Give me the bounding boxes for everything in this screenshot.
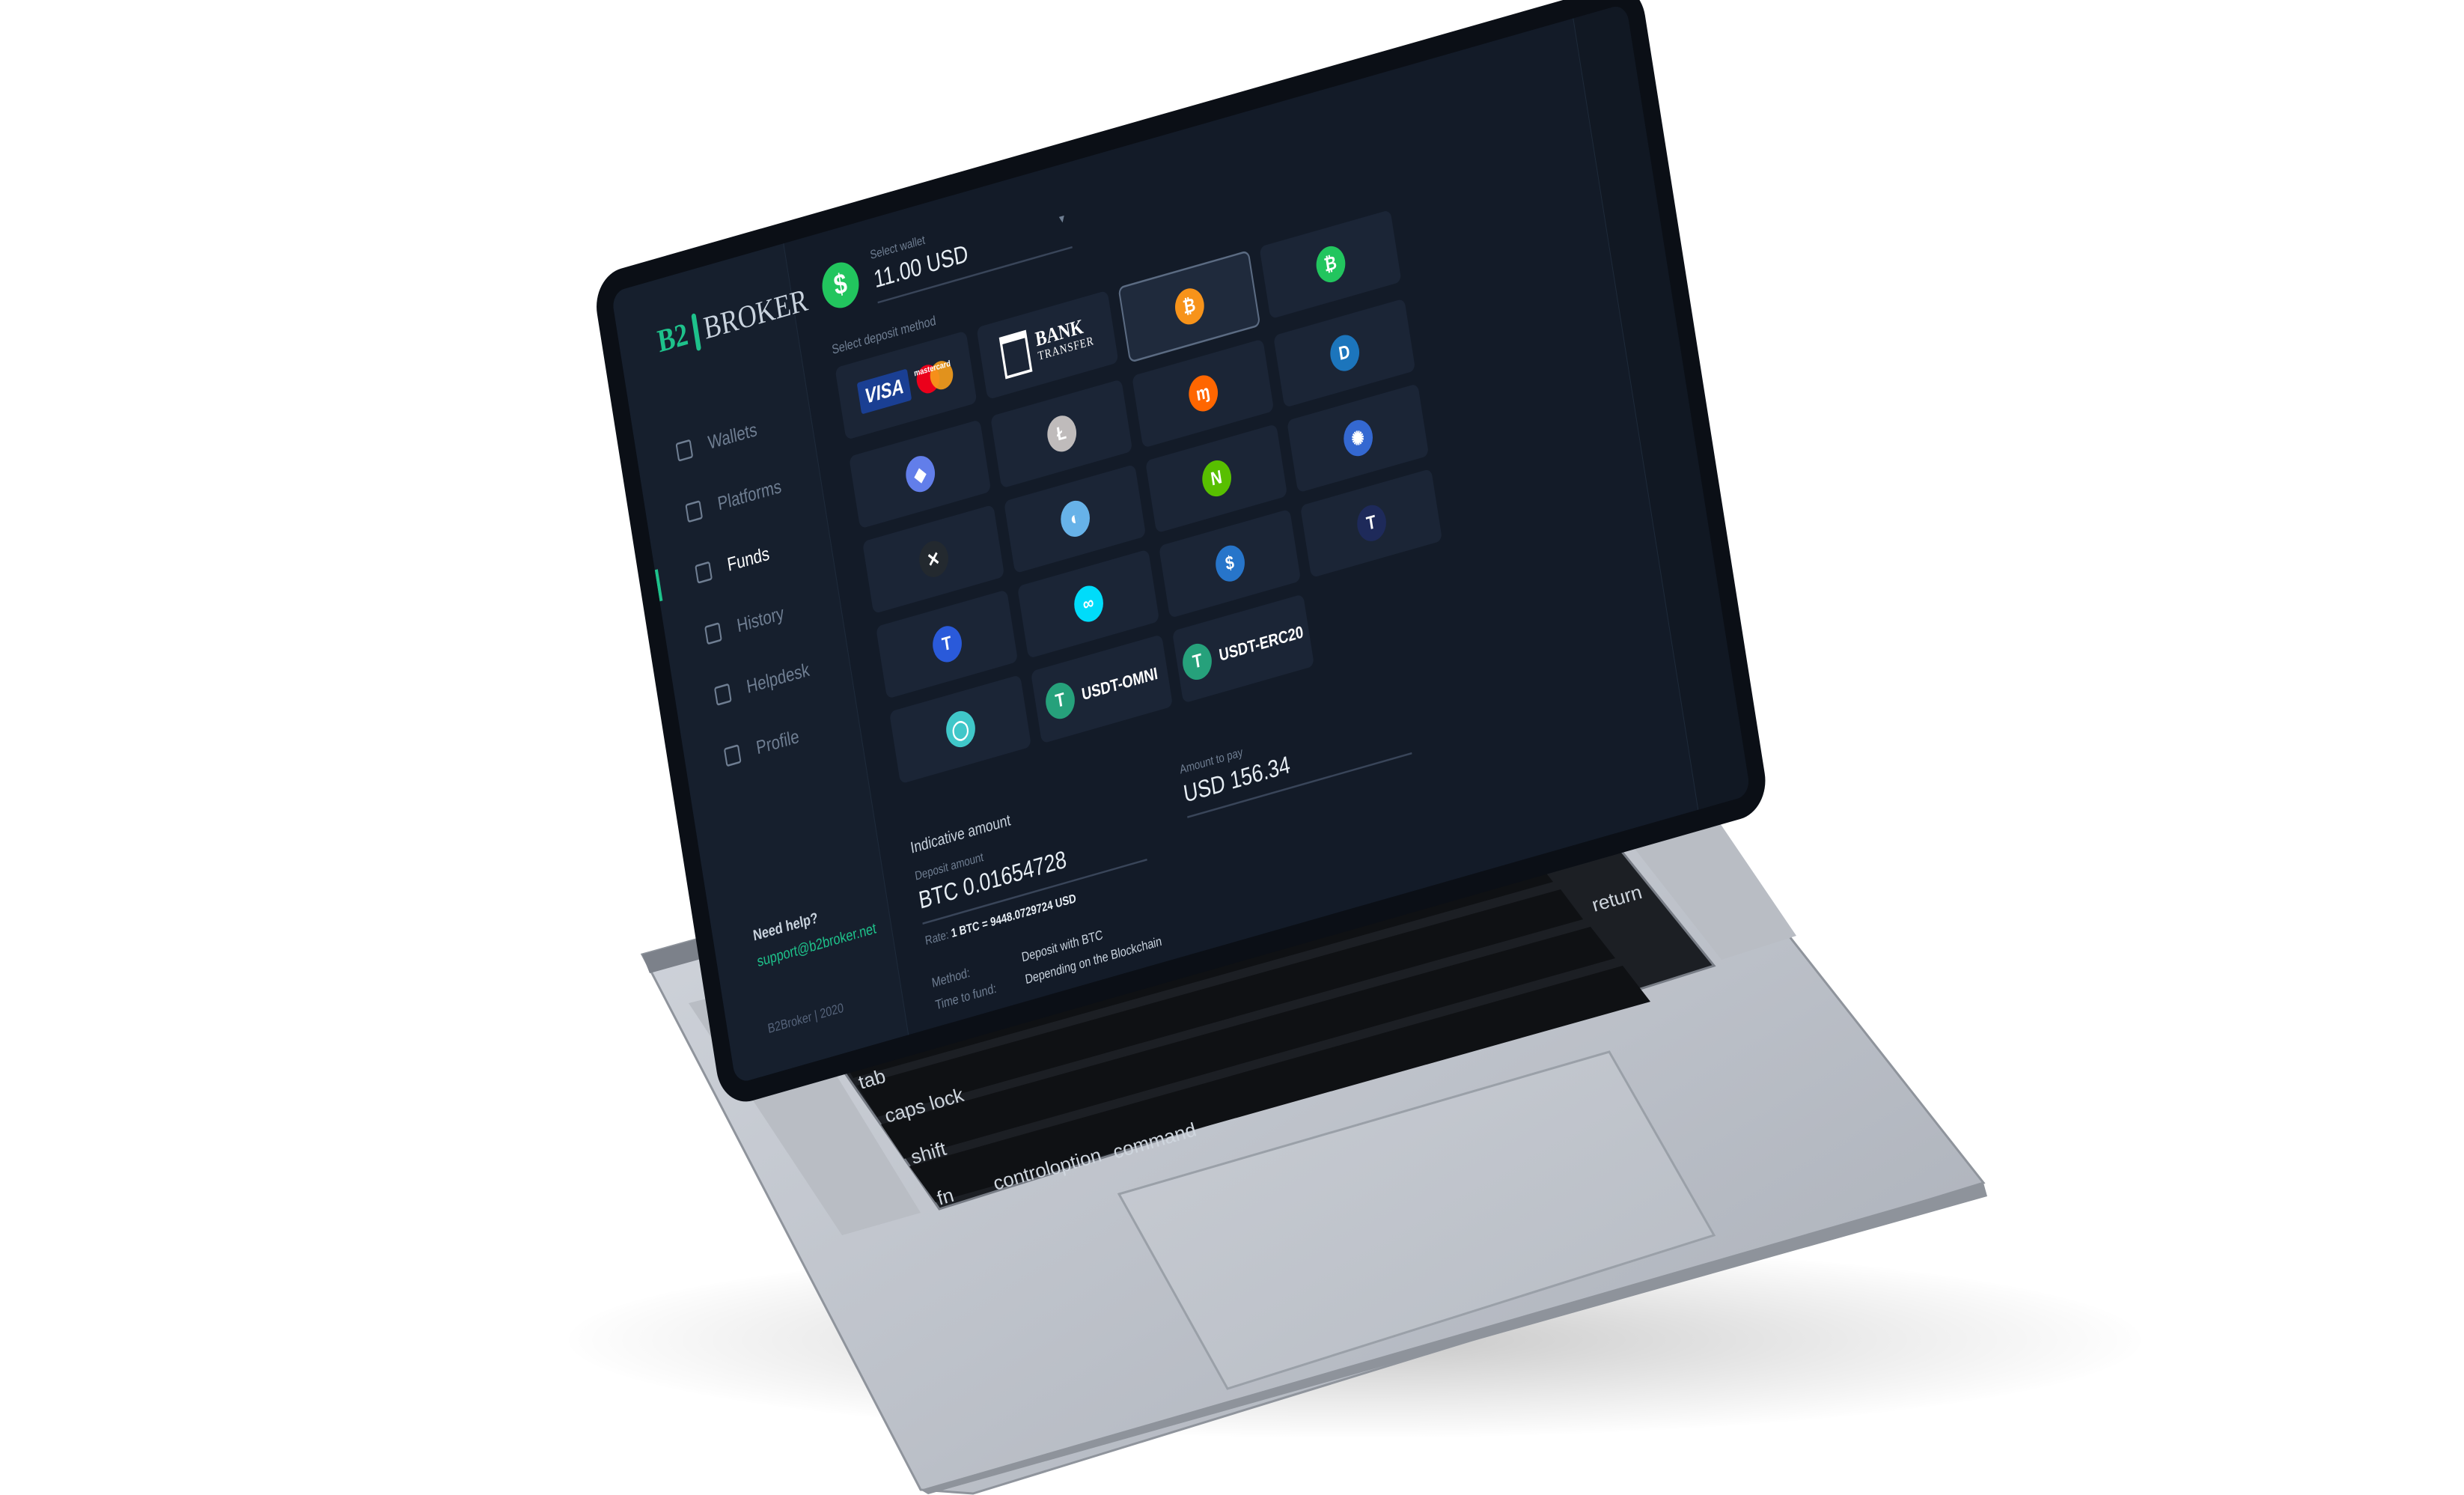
method-label: USDT-OMNI (1080, 663, 1159, 704)
sidebar-item-label: Wallets (707, 418, 759, 454)
method-label: USDT-ERC20 (1217, 621, 1305, 665)
rate-label: Rate: (924, 927, 950, 948)
bitcoin-icon: ₿ (1172, 284, 1207, 329)
neo-icon: N (1199, 457, 1233, 501)
gemini-dollar-icon: ∞ (1071, 582, 1106, 626)
brand-logo[interactable]: B2 BROKER (611, 243, 810, 372)
help-icon (713, 683, 732, 706)
amount-to-pay-field: Amount to pay USD 156.34 (1179, 698, 1421, 871)
home-icon (685, 500, 704, 523)
funds-icon (695, 561, 713, 584)
sidebar-item-label: Funds (725, 543, 771, 576)
tether-icon: T (1043, 679, 1078, 722)
svg-text:option: option (1046, 1143, 1103, 1179)
bitcoin-cash-icon: ₿ (1313, 243, 1348, 287)
sidebar-item-label: Platforms (716, 475, 783, 515)
sidebar-item-label: History (735, 603, 786, 637)
cardano-icon: ✺ (1341, 416, 1375, 460)
help-block: Need help? support@b2broker.net (752, 895, 878, 971)
ethereum-icon: ◆ (903, 452, 937, 496)
dollar-icon: $ (819, 258, 862, 313)
tether-icon: T (1180, 639, 1215, 683)
proceed-button[interactable]: Proceed (942, 1002, 1099, 1085)
mastercard-icon: mastercard (913, 358, 956, 397)
screen-bezel: B2 BROKER Wallets Platforms Funds Histor… (591, 0, 1771, 1109)
usdc-icon: $ (1213, 541, 1247, 585)
brand-prefix: B2 (655, 317, 691, 360)
laptop-screen: B2 BROKER Wallets Platforms Funds Histor… (591, 0, 1771, 1109)
bank-icon (998, 329, 1033, 379)
dash-icon: D (1327, 331, 1361, 375)
list-icon (704, 622, 722, 645)
drop-shadow (569, 1243, 2141, 1437)
mastercard-text: mastercard (913, 358, 951, 378)
sidebar-item-label: Helpdesk (745, 659, 811, 698)
svg-text:control: control (990, 1157, 1052, 1194)
ripple-icon: ✕ (916, 538, 951, 581)
svg-text:fn: fn (934, 1184, 956, 1210)
bank-transfer-logo: BANK TRANSFER (1033, 314, 1095, 363)
svg-text:command: command (1110, 1118, 1198, 1163)
tron-icon: T (930, 622, 964, 666)
svg-text:caps lock: caps lock (882, 1083, 966, 1127)
svg-text:shift: shift (908, 1137, 949, 1169)
nem-icon: ◐ (1058, 497, 1092, 541)
litecoin-icon: Ł (1044, 412, 1079, 456)
deposit-amount-field: Indicative amount Deposit amount BTC 0.0… (909, 776, 1151, 948)
logo-mark-icon (690, 313, 701, 352)
verge-icon: ◯ (943, 707, 978, 752)
user-icon (723, 744, 742, 767)
copyright: B2Broker | 2020 (766, 999, 845, 1036)
funds-panel: $ Select wallet 11.00 USD ▾ Select depos… (784, 19, 1698, 1085)
sidebar-item-label: Profile (754, 725, 801, 759)
tether-t-icon: T (1354, 502, 1388, 545)
visa-logo: VISA (856, 368, 912, 415)
app-window: B2 BROKER Wallets Platforms Funds Histor… (611, 3, 1751, 1085)
grid-icon (675, 439, 694, 462)
monero-icon: ɱ (1186, 371, 1220, 415)
